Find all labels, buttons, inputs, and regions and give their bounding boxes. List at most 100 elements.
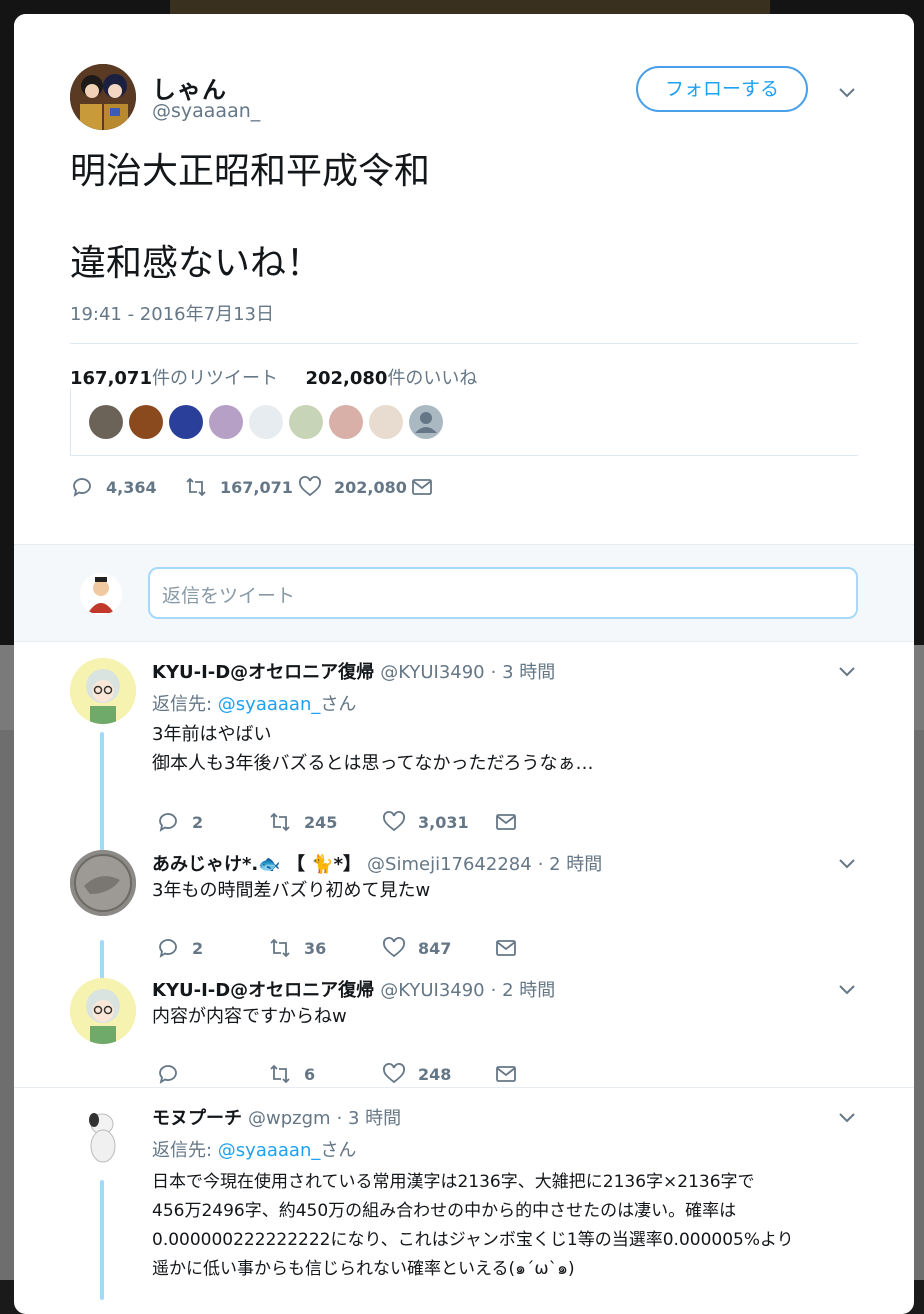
reply-text: 内容が内容ですからねw <box>152 1002 347 1031</box>
reply-author-handle[interactable]: @Simeji17642284 <box>367 854 532 875</box>
heart-icon <box>299 476 321 497</box>
retweet-action[interactable]: 6 <box>268 1061 315 1087</box>
reply-text-line: 456万2496字、約450万の組み合わせの中から的中させたのは凄い。確率は <box>152 1201 737 1221</box>
dm-action[interactable] <box>494 809 518 835</box>
reply-time[interactable]: · 3 時間 <box>491 662 556 683</box>
dm-action[interactable] <box>410 474 434 500</box>
reply-count: 2 <box>192 938 204 958</box>
reply-text: 3年前はやばい 御本人も3年後バズるとは思ってなかっただろうなぁ… <box>152 720 593 778</box>
like-action[interactable]: 847 <box>382 935 451 961</box>
tweet-timestamp[interactable]: 19:41 - 2016年7月13日 <box>70 300 274 326</box>
chevron-down-icon[interactable] <box>836 1106 858 1128</box>
retweet-action[interactable]: 36 <box>268 935 326 961</box>
reply-time[interactable]: · 3 時間 <box>337 1108 402 1129</box>
reply-item[interactable]: あみじゃけ*.🐟 【 🐈*】 @Simeji17642284 · 2 時間 3年もの… <box>14 840 914 986</box>
reply-header: KYU-I-D@オセロニア復帰 @KYUI3490 · 3 時間 <box>152 658 555 684</box>
like-action[interactable]: 3,031 <box>382 809 469 835</box>
reply-actions: 2 245 3,031 <box>156 809 676 835</box>
reply-author-handle[interactable]: @KYUI3490 <box>380 662 484 683</box>
liker-avatar[interactable] <box>409 405 443 439</box>
reply-author-name[interactable]: KYU-I-D@オセロニア復帰 <box>152 662 374 683</box>
like-action[interactable]: 248 <box>382 1061 451 1087</box>
reply-author-name[interactable]: モヌプーチ <box>152 1108 242 1129</box>
author-avatar[interactable] <box>70 64 136 130</box>
liker-avatar[interactable] <box>209 405 243 439</box>
like-action-count: 202,080 <box>334 477 407 497</box>
divider <box>70 343 858 344</box>
reply-item[interactable]: モヌプーチ @wpzgm · 3 時間 返信先: @syaaaan_さん 日本で今現… <box>14 1088 914 1314</box>
reply-text: 日本で今現在使用されている常用漢字は2136字、大雑把に2136字×2136字で… <box>152 1168 872 1284</box>
reply-avatar[interactable] <box>70 658 136 724</box>
reply-actions: 2 36 847 <box>156 935 676 961</box>
liker-avatar[interactable] <box>369 405 403 439</box>
reply-icon <box>159 939 177 958</box>
liker-avatar[interactable] <box>249 405 283 439</box>
like-label[interactable]: 件のいいね <box>387 368 477 389</box>
reply-to-link[interactable]: @syaaaan_ <box>218 694 321 715</box>
reply-author-handle[interactable]: @KYUI3490 <box>380 980 484 1001</box>
reply-item[interactable]: KYU-I-D@オセロニア復帰 @KYUI3490 · 2 時間 内容が内容ですから… <box>14 966 914 1086</box>
reply-action[interactable]: 2 <box>156 809 203 835</box>
dm-action[interactable] <box>494 1061 518 1087</box>
follow-button[interactable]: フォローする <box>636 66 808 112</box>
reply-action[interactable]: 4,364 <box>70 474 157 500</box>
reply-count: 2 <box>192 812 204 832</box>
like-action[interactable]: 202,080 <box>298 474 407 500</box>
retweet-label[interactable]: 件のリツイート <box>152 368 278 389</box>
reply-icon <box>73 478 91 497</box>
reply-composer: 返信をツイート <box>14 544 914 642</box>
chevron-down-icon[interactable] <box>836 660 858 682</box>
reply-text-line: 日本で今現在使用されている常用漢字は2136字、大雑把に2136字×2136字で <box>152 1172 755 1192</box>
reply-time[interactable]: · 2 時間 <box>538 854 603 875</box>
tweet-actions: 4,364 167,071 202,080 <box>70 474 670 504</box>
retweet-action[interactable]: 167,071 <box>184 474 293 500</box>
reply-author-name[interactable]: KYU-I-D@オセロニア復帰 <box>152 980 374 1001</box>
heart-icon <box>383 937 405 958</box>
like-count[interactable]: 202,080 <box>305 368 387 389</box>
retweet-count: 245 <box>304 812 338 832</box>
liker-avatar[interactable] <box>169 405 203 439</box>
reply-text: 3年もの時間差バズり初めて見たw <box>152 876 430 905</box>
reply-icon <box>159 1065 177 1084</box>
retweet-count[interactable]: 167,071 <box>70 368 152 389</box>
reply-time[interactable]: · 2 時間 <box>491 980 556 1001</box>
liker-avatar[interactable] <box>289 405 323 439</box>
reply-avatar[interactable] <box>70 978 136 1044</box>
retweet-icon <box>270 812 290 832</box>
liker-avatar[interactable] <box>329 405 363 439</box>
tweet-modal: しゃん @syaaaan_ フォローする 明治大正昭和平成令和 違和感ないね！ … <box>14 14 914 1314</box>
retweet-icon <box>270 1064 290 1084</box>
liker-avatar[interactable] <box>89 405 123 439</box>
tweet-stats: 167,071件のリツイート 202,080件のいいね <box>70 364 477 390</box>
reply-avatar[interactable] <box>70 1102 136 1168</box>
retweet-action[interactable]: 245 <box>268 809 337 835</box>
reply-author-handle[interactable]: @wpzgm <box>248 1108 331 1129</box>
reply-item[interactable]: KYU-I-D@オセロニア復帰 @KYUI3490 · 3 時間 返信先: @sya… <box>14 640 914 865</box>
chevron-down-icon[interactable] <box>836 81 858 103</box>
tweet-text-line1: 明治大正昭和平成令和 <box>70 151 431 192</box>
reply-action[interactable] <box>156 1061 192 1087</box>
author-handle[interactable]: @syaaaan_ <box>152 100 260 122</box>
reply-input[interactable]: 返信をツイート <box>148 567 858 619</box>
like-count: 248 <box>418 1064 452 1084</box>
chevron-down-icon[interactable] <box>836 852 858 874</box>
reply-action[interactable]: 2 <box>156 935 203 961</box>
reply-to-link[interactable]: @syaaaan_ <box>218 1140 321 1161</box>
chevron-down-icon[interactable] <box>836 978 858 1000</box>
reply-text-line: 3年もの時間差バズり初めて見たw <box>152 880 431 901</box>
reply-to-suffix: さん <box>320 694 357 715</box>
reply-to-prefix: 返信先: <box>152 694 218 715</box>
reply-actions: 6 248 <box>156 1061 676 1087</box>
reply-count: 4,364 <box>106 477 157 497</box>
retweet-icon <box>186 477 206 497</box>
envelope-icon <box>496 940 516 956</box>
reply-avatar[interactable] <box>70 850 136 916</box>
reply-to: 返信先: @syaaaan_さん <box>152 1136 356 1162</box>
like-count: 3,031 <box>418 812 469 832</box>
main-tweet: しゃん @syaaaan_ フォローする 明治大正昭和平成令和 違和感ないね！ … <box>14 14 914 544</box>
dm-action[interactable] <box>494 935 518 961</box>
liker-avatar[interactable] <box>129 405 163 439</box>
reply-author-name[interactable]: あみじゃけ*.🐟 【 🐈*】 <box>152 854 361 875</box>
current-user-avatar[interactable] <box>80 573 122 615</box>
reply-icon <box>159 813 177 832</box>
